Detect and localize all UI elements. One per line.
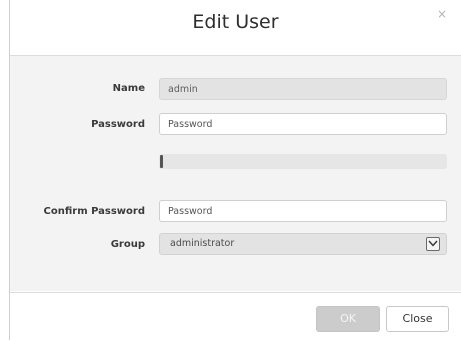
confirm-password-field[interactable] — [159, 200, 447, 222]
confirm-password-label: Confirm Password — [43, 206, 145, 217]
close-icon[interactable]: × — [437, 8, 447, 20]
password-label: Password — [91, 119, 145, 130]
password-strength-bar — [159, 154, 447, 169]
edit-user-dialog: Edit User × Name Password Confirm Passwo… — [9, 0, 461, 341]
name-field — [159, 78, 447, 100]
password-strength-fill — [160, 155, 163, 168]
group-select-value: administrator — [170, 238, 235, 249]
dialog-title: Edit User — [192, 11, 279, 33]
dialog-body: Name Password Confirm Password Group adm… — [10, 56, 461, 291]
ok-button[interactable]: OK — [316, 306, 380, 332]
name-label: Name — [112, 83, 145, 94]
chevron-down-icon[interactable] — [426, 237, 440, 251]
close-button[interactable]: Close — [386, 306, 449, 332]
group-label: Group — [110, 239, 145, 250]
dialog-header: Edit User × — [10, 0, 461, 56]
dialog-footer: OK Close — [10, 292, 461, 341]
password-field[interactable] — [159, 113, 447, 135]
group-select[interactable]: administrator — [159, 233, 447, 255]
